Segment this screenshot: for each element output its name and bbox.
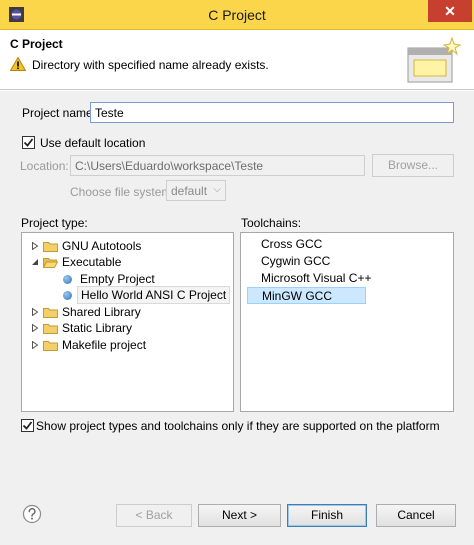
checkmark-icon: [23, 138, 34, 147]
wizard-body: Project name: Use default location Locat…: [0, 91, 474, 545]
folder-icon: [43, 324, 58, 334]
wizard-message: Directory with specified name already ex…: [32, 58, 269, 72]
title-bar: C Project ✕: [0, 0, 474, 30]
supported-only-label: Show project types and toolchains only i…: [36, 419, 440, 433]
toolchain-item-mingw-gcc[interactable]: MinGW GCC: [247, 287, 366, 304]
use-default-location-label: Use default location: [40, 136, 146, 150]
warning-icon: [10, 57, 26, 71]
project-type-tree[interactable]: GNU Autotools Executable Empty Project H…: [21, 232, 234, 412]
folder-icon: [43, 341, 58, 351]
file-system-value: default: [171, 184, 208, 198]
location-label: Location:: [20, 159, 69, 173]
tree-item-label: Empty Project: [80, 272, 155, 286]
chevron-down-icon: ⌵: [213, 184, 221, 195]
window-title: C Project: [208, 7, 266, 23]
tree-item-label: Hello World ANSI C Project: [77, 286, 231, 304]
folder-icon: [43, 242, 58, 252]
chevron-right-icon: [32, 341, 39, 349]
tree-item-empty-project[interactable]: Empty Project: [63, 271, 223, 287]
toolchain-item-cygwin-gcc[interactable]: Cygwin GCC: [247, 253, 364, 270]
next-button[interactable]: Next >: [198, 504, 281, 527]
tree-item-label: Makefile project: [62, 338, 147, 352]
finish-button[interactable]: Finish: [287, 504, 367, 527]
tree-item-label: GNU Autotools: [62, 239, 142, 253]
location-input[interactable]: [70, 155, 365, 176]
folder-icon: [43, 308, 58, 318]
project-name-label: Project name:: [22, 106, 97, 120]
tree-item-makefile-project[interactable]: Makefile project: [31, 337, 226, 353]
chevron-expanded-icon: [32, 259, 38, 265]
wizard-header: C Project Directory with specified name …: [0, 30, 474, 90]
tree-item-hello-world[interactable]: Hello World ANSI C Project: [63, 286, 231, 304]
open-folder-icon: [43, 258, 58, 268]
tree-item-gnu-autotools[interactable]: GNU Autotools: [31, 238, 226, 254]
project-type-label: Project type:: [21, 216, 88, 230]
checkmark-icon: [22, 421, 33, 430]
file-system-label: Choose file system:: [70, 185, 175, 199]
project-name-input[interactable]: [90, 102, 454, 123]
cancel-button[interactable]: Cancel: [376, 504, 456, 527]
supported-only-checkbox[interactable]: [21, 419, 34, 432]
tree-item-label: Shared Library: [62, 305, 141, 319]
new-project-wizard-icon: [407, 36, 462, 83]
tree-item-executable[interactable]: Executable: [31, 254, 226, 270]
wizard-title: C Project: [10, 37, 63, 51]
tree-item-label: Executable: [62, 255, 122, 269]
toolchains-label: Toolchains:: [241, 216, 302, 230]
close-button[interactable]: ✕: [428, 0, 472, 22]
tree-item-static-library[interactable]: Static Library: [31, 320, 226, 336]
use-default-location-checkbox[interactable]: [22, 136, 35, 149]
browse-button[interactable]: Browse...: [372, 154, 454, 177]
help-icon[interactable]: [22, 504, 42, 524]
toolchains-list[interactable]: Cross GCC Cygwin GCC Microsoft Visual C+…: [240, 232, 454, 412]
project-template-icon: [63, 291, 72, 300]
file-system-select[interactable]: default ⌵: [166, 180, 226, 201]
chevron-right-icon: [32, 308, 39, 316]
back-button[interactable]: < Back: [116, 504, 192, 527]
tree-item-shared-library[interactable]: Shared Library: [31, 304, 226, 320]
tree-item-label: Static Library: [62, 321, 133, 335]
toolchain-item-visual-cpp[interactable]: Microsoft Visual C++: [247, 270, 372, 287]
chevron-right-icon: [32, 324, 39, 332]
project-template-icon: [63, 275, 72, 284]
toolchain-item-cross-gcc[interactable]: Cross GCC: [247, 236, 364, 253]
chevron-right-icon: [32, 242, 39, 250]
